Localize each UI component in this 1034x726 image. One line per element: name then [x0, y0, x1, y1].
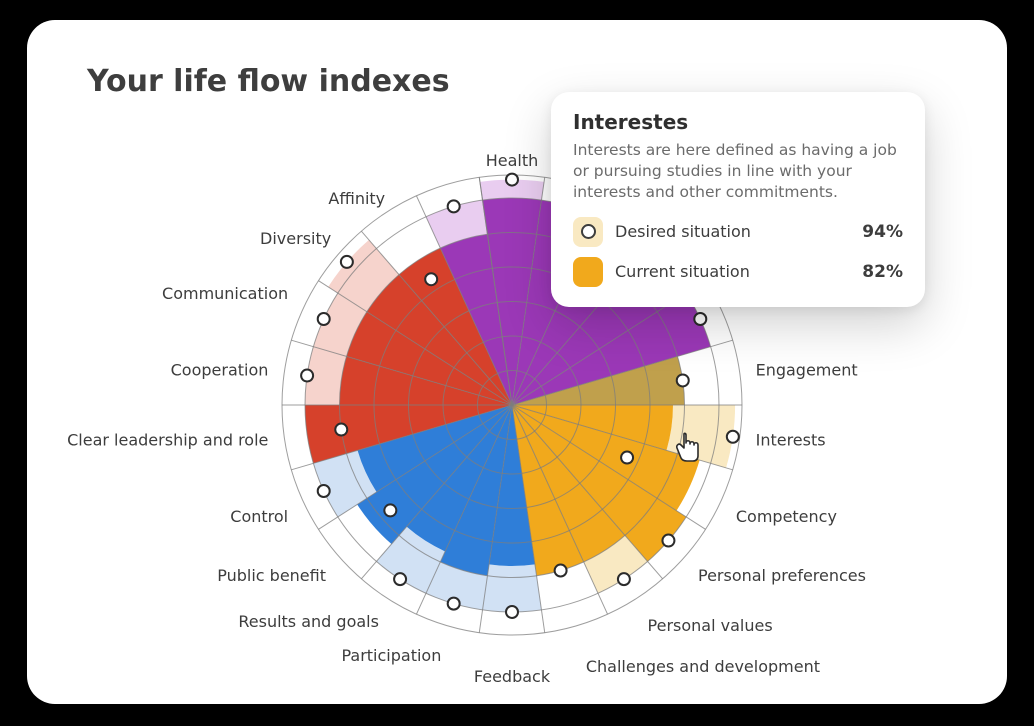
segment-label: Participation: [341, 646, 441, 665]
ring-icon: [581, 224, 596, 239]
legend-desired-value: 94%: [862, 222, 903, 242]
tooltip-heading: Interestes: [573, 110, 903, 134]
segment-label: Personal preferences: [698, 566, 866, 585]
segment-label: Results and goals: [238, 612, 379, 631]
segment-label: Public benefit: [217, 566, 326, 585]
segment-label: Personal values: [648, 616, 773, 635]
segment-label: Interests: [756, 431, 826, 450]
legend-desired-row: Desired situation 94%: [573, 217, 903, 247]
legend-current-value: 82%: [862, 262, 903, 282]
legend-current-row: Current situation 82%: [573, 257, 903, 287]
segment-label: Cooperation: [171, 360, 269, 379]
legend-desired-label: Desired situation: [615, 222, 850, 241]
legend-current-swatch: [573, 257, 603, 287]
segment-label: Engagement: [756, 360, 858, 379]
tooltip: Interestes Interests are here defined as…: [551, 92, 925, 307]
legend-desired-swatch: [573, 217, 603, 247]
segment-label: Health: [486, 151, 539, 170]
segment-label: Competency: [736, 507, 837, 526]
segment-label: Clear leadership and role: [67, 431, 268, 450]
legend-current-label: Current situation: [615, 262, 850, 281]
segment-label: Challenges and development: [586, 657, 820, 676]
segment-label: Feedback: [474, 667, 550, 686]
segment-label: Control: [230, 507, 288, 526]
card: Your life flow indexes HealthPhysical st…: [27, 20, 1007, 704]
tooltip-body: Interests are here defined as having a j…: [573, 140, 903, 203]
segment-label: Diversity: [260, 229, 331, 248]
segment-label: Communication: [162, 284, 288, 303]
segment-label: Affinity: [328, 189, 385, 208]
